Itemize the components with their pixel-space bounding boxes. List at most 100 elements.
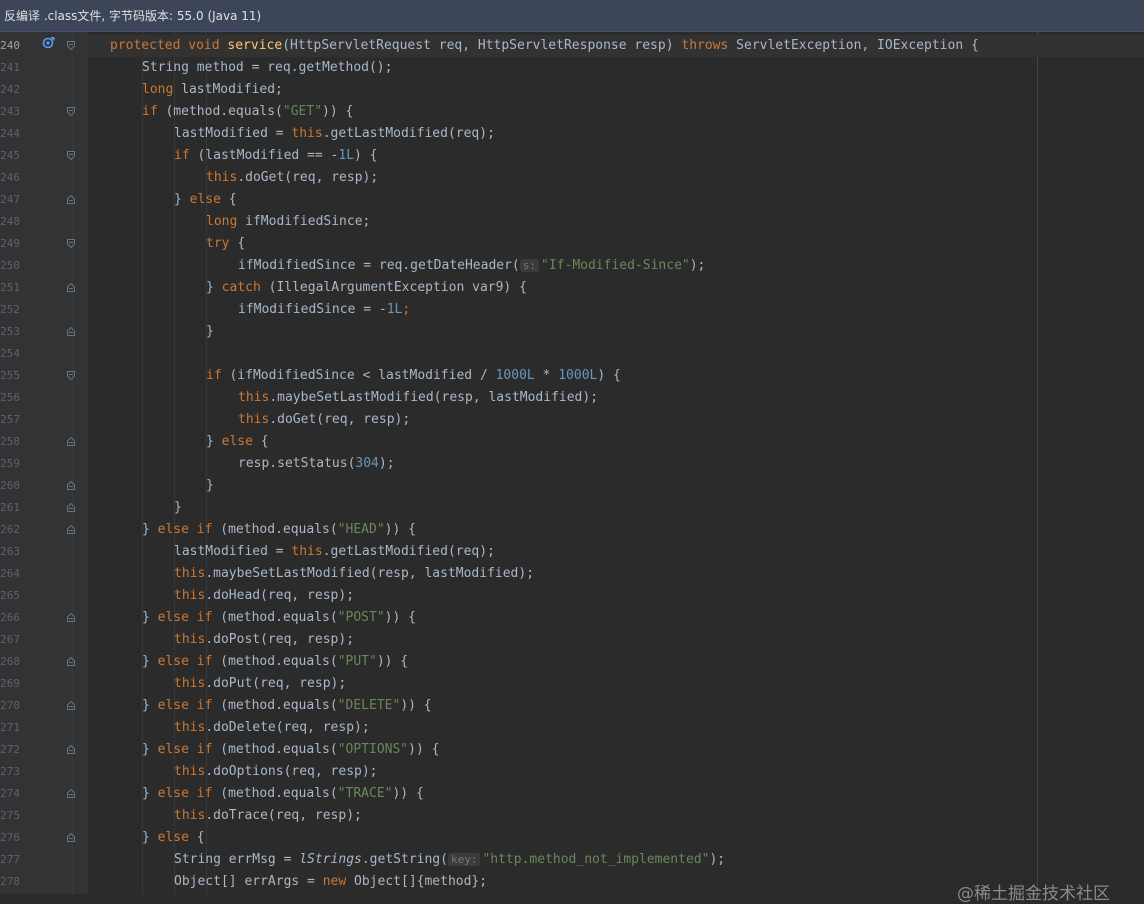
code-text[interactable]: } else if (method.equals("PUT")) { xyxy=(142,651,408,673)
fold-marker-icon[interactable] xyxy=(67,481,75,490)
code-line[interactable]: 260} xyxy=(0,475,1144,497)
code-text[interactable]: this.doPost(req, resp); xyxy=(174,629,354,651)
code-line[interactable]: 254 xyxy=(0,343,1144,365)
code-line[interactable]: 258} else { xyxy=(0,431,1144,453)
code-line[interactable]: 242 long lastModified; xyxy=(0,79,1144,101)
code-line[interactable]: 266} else if (method.equals("POST")) { xyxy=(0,607,1144,629)
code-text[interactable]: } else { xyxy=(174,189,237,211)
code-text[interactable]: String errMsg = lStrings.getString(key: "… xyxy=(174,849,725,871)
code-token: )) { xyxy=(400,698,432,713)
fold-marker-icon[interactable] xyxy=(67,503,75,512)
code-text[interactable]: this.doTrace(req, resp); xyxy=(174,805,362,827)
code-text[interactable]: } else if (method.equals("OPTIONS")) { xyxy=(142,739,439,761)
code-line[interactable]: 277 String errMsg = lStrings.getString(ke… xyxy=(0,849,1144,871)
code-text[interactable]: } xyxy=(206,321,214,343)
code-text[interactable]: if (lastModified == -1L) { xyxy=(174,145,378,167)
code-text[interactable]: lastModified = this.getLastModified(req)… xyxy=(174,541,495,563)
code-text[interactable]: if (ifModifiedSince < lastModified / 100… xyxy=(206,365,621,387)
code-line[interactable]: 267 this.doPost(req, resp); xyxy=(0,629,1144,651)
code-text[interactable]: String method = req.getMethod(); xyxy=(142,57,392,79)
code-line[interactable]: 243 if (method.equals("GET")) { xyxy=(0,101,1144,123)
code-token: )) { xyxy=(376,654,409,669)
fold-marker-icon[interactable] xyxy=(67,239,75,248)
fold-marker-icon[interactable] xyxy=(67,327,75,336)
code-line[interactable]: 255 if (ifModifiedSince < lastModified / … xyxy=(0,365,1144,387)
code-text[interactable]: this.maybeSetLastModified(resp, lastModi… xyxy=(238,387,598,409)
code-line[interactable]: 261} xyxy=(0,497,1144,519)
code-text[interactable]: } else if (method.equals("TRACE")) { xyxy=(142,783,424,805)
code-text[interactable]: resp.setStatus(304); xyxy=(238,453,395,475)
code-line[interactable]: 265 this.doHead(req, resp); xyxy=(0,585,1144,607)
code-text[interactable]: ifModifiedSince = req.getDateHeader(s: "I… xyxy=(238,255,705,277)
code-text[interactable]: } else if (method.equals("HEAD")) { xyxy=(142,519,416,541)
code-text[interactable]: lastModified = this.getLastModified(req)… xyxy=(174,123,495,145)
code-line[interactable]: 256 this.maybeSetLastModified(resp, lastM… xyxy=(0,387,1144,409)
fold-marker-icon[interactable] xyxy=(67,833,75,842)
code-line[interactable]: 250 ifModifiedSince = req.getDateHeader(s… xyxy=(0,255,1144,277)
code-line[interactable]: 257 this.doGet(req, resp); xyxy=(0,409,1144,431)
code-text[interactable]: ifModifiedSince = -1L; xyxy=(238,299,410,321)
code-text[interactable]: this.doPut(req, resp); xyxy=(174,673,346,695)
code-line[interactable]: 269 this.doPut(req, resp); xyxy=(0,673,1144,695)
fold-marker-icon[interactable] xyxy=(67,371,75,380)
fold-marker-icon[interactable] xyxy=(67,195,75,204)
code-line[interactable]: 248 long ifModifiedSince; xyxy=(0,211,1144,233)
fold-marker-icon[interactable] xyxy=(67,745,75,754)
code-line[interactable]: 271 this.doDelete(req, resp); xyxy=(0,717,1144,739)
code-line[interactable]: 270} else if (method.equals("DELETE")) { xyxy=(0,695,1144,717)
code-line[interactable]: 268} else if (method.equals("PUT")) { xyxy=(0,651,1144,673)
code-text[interactable]: this.maybeSetLastModified(resp, lastModi… xyxy=(174,563,534,585)
code-text[interactable]: } xyxy=(206,475,214,497)
code-text[interactable]: } else if (method.equals("DELETE")) { xyxy=(142,695,432,717)
code-line[interactable]: 274} else if (method.equals("TRACE")) { xyxy=(0,783,1144,805)
code-text[interactable]: try { xyxy=(206,233,245,255)
fold-marker-icon[interactable] xyxy=(67,701,75,710)
code-text[interactable]: } else { xyxy=(142,827,205,849)
code-line[interactable]: 272} else if (method.equals("OPTIONS")) … xyxy=(0,739,1144,761)
code-text[interactable]: this.doGet(req, resp); xyxy=(238,409,410,431)
fold-marker-icon[interactable] xyxy=(67,789,75,798)
fold-marker-icon[interactable] xyxy=(67,41,75,50)
code-line[interactable]: 273 this.doOptions(req, resp); xyxy=(0,761,1144,783)
code-line[interactable]: 253} xyxy=(0,321,1144,343)
code-line[interactable]: 241 String method = req.getMethod(); xyxy=(0,57,1144,79)
code-text[interactable]: } catch (IllegalArgumentException var9) … xyxy=(206,277,527,299)
code-line[interactable]: 246 this.doGet(req, resp); xyxy=(0,167,1144,189)
code-text[interactable]: } xyxy=(174,497,182,519)
code-line[interactable]: 249 try { xyxy=(0,233,1144,255)
fold-marker-icon[interactable] xyxy=(67,151,75,160)
code-line[interactable]: 263 lastModified = this.getLastModified(r… xyxy=(0,541,1144,563)
code-text[interactable]: this.doOptions(req, resp); xyxy=(174,761,378,783)
code-line[interactable]: 264 this.maybeSetLastModified(resp, lastM… xyxy=(0,563,1144,585)
fold-marker-icon[interactable] xyxy=(67,613,75,622)
fold-marker-icon[interactable] xyxy=(67,525,75,534)
code-text[interactable]: long ifModifiedSince; xyxy=(206,211,370,233)
fold-marker-icon[interactable] xyxy=(67,283,75,292)
code-line[interactable]: 259 resp.setStatus(304); xyxy=(0,453,1144,475)
code-line[interactable]: 247} else { xyxy=(0,189,1144,211)
code-text[interactable]: } else { xyxy=(206,431,269,453)
code-text[interactable]: protected void service(HttpServletReques… xyxy=(110,35,979,57)
code-line[interactable]: 276} else { xyxy=(0,827,1144,849)
code-text[interactable]: } else if (method.equals("POST")) { xyxy=(142,607,416,629)
fold-marker-icon[interactable] xyxy=(67,657,75,666)
code-line[interactable]: 240 protected void service(HttpServletReq… xyxy=(0,35,1144,57)
code-text[interactable]: Object[] errArgs = new Object[]{method}; xyxy=(174,871,487,893)
fold-marker-icon[interactable] xyxy=(67,437,75,446)
code-line[interactable]: 251} catch (IllegalArgumentException var… xyxy=(0,277,1144,299)
code-text[interactable]: long lastModified; xyxy=(142,79,283,101)
code-token: .doOptions(req, resp); xyxy=(205,764,378,779)
code-editor[interactable]: 240 protected void service(HttpServletReq… xyxy=(0,32,1144,904)
code-token: } xyxy=(206,324,214,339)
code-text[interactable]: this.doDelete(req, resp); xyxy=(174,717,370,739)
code-text[interactable]: if (method.equals("GET")) { xyxy=(142,101,353,123)
code-text[interactable]: this.doGet(req, resp); xyxy=(206,167,378,189)
fold-marker-icon[interactable] xyxy=(67,107,75,116)
code-line[interactable]: 252 ifModifiedSince = -1L; xyxy=(0,299,1144,321)
code-line[interactable]: 275 this.doTrace(req, resp); xyxy=(0,805,1144,827)
code-line[interactable]: 262} else if (method.equals("HEAD")) { xyxy=(0,519,1144,541)
code-text[interactable]: this.doHead(req, resp); xyxy=(174,585,354,607)
code-token: .doHead(req, resp); xyxy=(205,588,355,603)
code-line[interactable]: 245 if (lastModified == -1L) { xyxy=(0,145,1144,167)
code-line[interactable]: 244 lastModified = this.getLastModified(r… xyxy=(0,123,1144,145)
